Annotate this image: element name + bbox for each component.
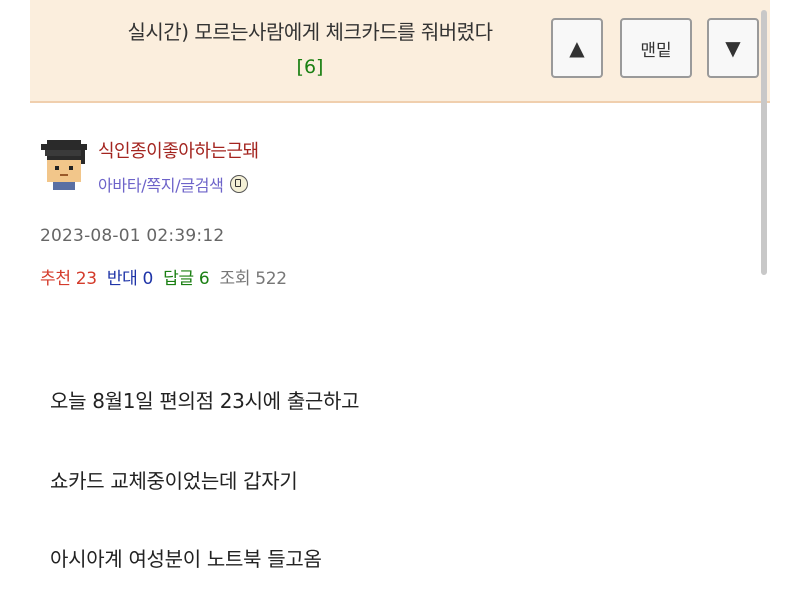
author-links-label[interactable]: 아바타/쪽지/글검색 xyxy=(98,172,224,196)
post-body-line: 오늘 8월1일 편의점 23시에 출근하고 xyxy=(50,389,360,413)
graduate-cap-pixel-avatar-icon[interactable] xyxy=(41,138,87,190)
post-header: 실시간) 모르는사람에게 체크카드를 줘버렸다 [6] ▲ 맨밑 ▼ xyxy=(30,0,770,103)
scroll-top-button[interactable]: ▲ xyxy=(551,18,603,78)
post-view: 실시간) 모르는사람에게 체크카드를 줘버렸다 [6] ▲ 맨밑 ▼ 식인종이좋… xyxy=(0,0,800,600)
author-links[interactable]: 아바타/쪽지/글검색 xyxy=(98,172,248,196)
triangle-up-icon: ▲ xyxy=(569,36,585,60)
views-label: 조회 xyxy=(219,269,251,289)
post-timestamp: 2023-08-01 02:39:12 xyxy=(40,226,225,246)
post-body-line: 쇼카드 교체중이었는데 갑자기 xyxy=(50,469,298,493)
level-badge-icon xyxy=(229,175,248,193)
triangle-down-icon: ▼ xyxy=(725,36,741,60)
views-count: 522 xyxy=(255,269,287,289)
replies-label: 답글 xyxy=(163,269,194,289)
oppose-count: 0 xyxy=(142,269,154,289)
oppose-label: 반대 xyxy=(106,269,138,289)
replies-count: 6 xyxy=(198,269,210,289)
recommend-count: 23 xyxy=(75,269,97,289)
author-name[interactable]: 식인종이좋아하는근돼 xyxy=(98,137,259,163)
post-stats: 추천 23 반대 0 답글 6 조회 522 xyxy=(40,264,292,289)
go-bottom-button[interactable]: 맨밑 xyxy=(620,18,692,78)
scroll-down-button[interactable]: ▼ xyxy=(707,18,759,78)
recommend-label: 추천 xyxy=(40,269,71,289)
go-bottom-label: 맨밑 xyxy=(640,40,672,61)
comment-count[interactable]: [6] xyxy=(60,56,560,78)
post-title: 실시간) 모르는사람에게 체크카드를 줘버렸다 xyxy=(127,20,493,44)
post-body-line: 아시아계 여성분이 노트북 들고옴 xyxy=(50,547,322,571)
scrollbar-thumb[interactable] xyxy=(761,10,767,275)
